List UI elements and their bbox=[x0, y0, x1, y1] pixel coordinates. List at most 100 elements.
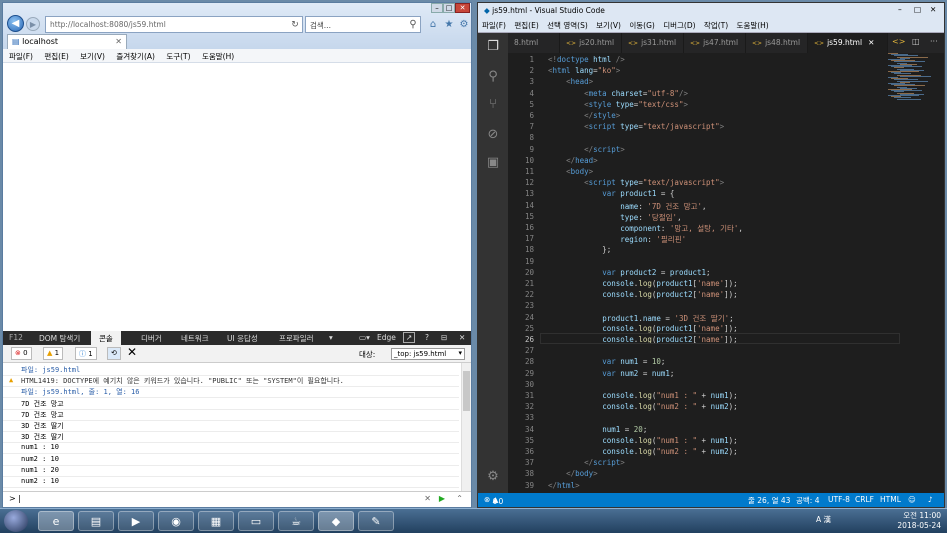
warning-filter[interactable]: ▲ 1 bbox=[43, 347, 64, 360]
tab-js59-active[interactable]: <> js59.html ✕ bbox=[808, 33, 888, 53]
taskbar-ie-icon[interactable]: e bbox=[38, 511, 74, 531]
info-filter[interactable]: ⓘ 1 bbox=[75, 347, 97, 360]
maximize-icon[interactable]: □ bbox=[914, 5, 921, 14]
menu-file[interactable]: 파일(F) bbox=[482, 21, 506, 30]
extensions-icon[interactable]: ▣ bbox=[485, 155, 501, 171]
menu-edit[interactable]: 편집(E) bbox=[44, 52, 68, 61]
tab-js31[interactable]: <> js31.html bbox=[622, 33, 684, 53]
expand-icon[interactable]: ⌃ bbox=[456, 494, 463, 503]
taskbar-app-icon[interactable]: ▦ bbox=[198, 511, 234, 531]
code-line: <meta charset="utf-8"/> bbox=[584, 88, 688, 98]
tab-js20[interactable]: <> js20.html bbox=[560, 33, 622, 53]
more-actions-icon[interactable]: ··· bbox=[930, 37, 938, 46]
search-icon[interactable]: ⚲ bbox=[407, 19, 419, 31]
devtools-close-icon[interactable]: ✕ bbox=[459, 333, 465, 342]
scrollbar-thumb[interactable] bbox=[463, 371, 470, 411]
line-ending[interactable]: CRLF bbox=[855, 495, 874, 504]
console-input[interactable]: > | ✕ ▶ ⌃ bbox=[3, 491, 471, 507]
tab-ui-responsiveness[interactable]: UI 응답성 bbox=[227, 333, 258, 344]
ime-indicator[interactable]: A 漢 bbox=[816, 515, 831, 525]
run-icon[interactable]: ▶ bbox=[439, 494, 445, 503]
refresh-icon[interactable]: ↻ bbox=[289, 19, 301, 31]
debug-icon[interactable]: ⊘ bbox=[485, 127, 501, 143]
pin-icon[interactable]: ⊟ bbox=[441, 333, 447, 342]
menu-tools[interactable]: 도구(T) bbox=[166, 52, 190, 61]
taskbar-acrobat-icon[interactable]: ✎ bbox=[358, 511, 394, 531]
maximize-icon[interactable]: □ bbox=[443, 3, 455, 13]
menu-help[interactable]: 도움말(H) bbox=[737, 21, 769, 30]
menu-debug[interactable]: 디버그(D) bbox=[663, 21, 695, 30]
problems-indicator[interactable]: ⊗ 0 ▲ 0 bbox=[484, 495, 503, 506]
split-editor-icon[interactable]: ◫ bbox=[912, 37, 920, 46]
target-select[interactable]: _top: js59.html ▾ bbox=[391, 348, 465, 360]
code-editor[interactable]: 1 <!doctype html /> 2 <html lang="ko"> 3 <he… bbox=[508, 53, 944, 493]
menu-help[interactable]: 도움말(H) bbox=[202, 52, 234, 61]
tab-dom-explorer[interactable]: DOM 탐색기 bbox=[39, 333, 80, 344]
code-line: <style type="text/css"> bbox=[584, 99, 688, 109]
menu-edit[interactable]: 편집(E) bbox=[514, 21, 538, 30]
tab-close-icon[interactable]: ✕ bbox=[115, 37, 122, 46]
favorites-star-icon[interactable]: ★ bbox=[443, 19, 455, 31]
tab-close-icon[interactable]: ✕ bbox=[868, 38, 874, 47]
console-scrollbar[interactable] bbox=[461, 363, 471, 491]
code-line: console.log(product1['name']); bbox=[602, 323, 738, 333]
back-arrow-icon[interactable]: ◀ bbox=[7, 15, 24, 32]
source-control-icon[interactable]: ⑂ bbox=[485, 97, 501, 113]
settings-gear-icon[interactable]: ⚙ bbox=[458, 19, 470, 31]
minimap[interactable] bbox=[888, 53, 938, 101]
clock-date[interactable]: 2018-05-24 bbox=[897, 521, 941, 531]
explorer-icon[interactable]: ❐ bbox=[485, 39, 501, 55]
clear-on-navigate-button[interactable]: ⟲ bbox=[107, 347, 121, 360]
tab-profiler[interactable]: 프로파일러 bbox=[279, 333, 314, 344]
clear-console-icon[interactable]: ✕ bbox=[127, 345, 137, 359]
tab-8-html[interactable]: 8.html bbox=[508, 33, 560, 53]
multiline-icon[interactable]: ✕ bbox=[424, 494, 431, 503]
home-icon[interactable]: ⌂ bbox=[427, 19, 439, 31]
taskbar-vscode-icon[interactable]: ◆ bbox=[318, 511, 354, 531]
close-icon[interactable]: ✕ bbox=[455, 3, 470, 13]
cursor-position[interactable]: 줄 26, 열 43 bbox=[748, 495, 790, 506]
menu-view[interactable]: 보기(V) bbox=[80, 52, 105, 61]
taskbar-java-icon[interactable]: ☕ bbox=[278, 511, 314, 531]
menu-favorites[interactable]: 즐겨찾기(A) bbox=[116, 52, 155, 61]
forward-arrow-icon[interactable]: ▶ bbox=[26, 17, 40, 31]
undock-icon[interactable]: ↗ bbox=[403, 332, 416, 343]
language-mode[interactable]: HTML bbox=[880, 495, 901, 504]
taskbar-cmd-icon[interactable]: ▭ bbox=[238, 511, 274, 531]
more-tabs-icon[interactable]: ▾ bbox=[329, 333, 333, 342]
feedback-smiley-icon[interactable]: ☺ bbox=[908, 495, 916, 504]
help-icon[interactable]: ? bbox=[425, 333, 429, 342]
close-icon[interactable]: ✕ bbox=[930, 5, 936, 14]
menu-go[interactable]: 이동(G) bbox=[629, 21, 654, 30]
taskbar-explorer-icon[interactable]: ▤ bbox=[78, 511, 114, 531]
start-button[interactable] bbox=[4, 510, 28, 532]
minimize-icon[interactable]: – bbox=[431, 3, 443, 13]
taskbar-chrome-icon[interactable]: ◉ bbox=[158, 511, 194, 531]
tab-js48[interactable]: <> js48.html bbox=[746, 33, 808, 53]
indentation[interactable]: 공백: 4 bbox=[796, 495, 819, 506]
minimize-icon[interactable]: – bbox=[898, 5, 902, 14]
emulation-icon[interactable]: ▭▾ bbox=[359, 333, 370, 342]
console-toolbar: ⊗ 0 ▲ 1 ⓘ 1 ⟲ ✕ 대상: _top: js59.html ▾ bbox=[3, 345, 471, 363]
tab-network[interactable]: 네트워크 bbox=[181, 333, 209, 344]
emulation-mode[interactable]: Edge bbox=[377, 333, 396, 342]
search-input[interactable]: 검색... bbox=[305, 16, 421, 33]
taskbar-media-icon[interactable]: ▶ bbox=[118, 511, 154, 531]
tab-debugger[interactable]: 디버거 bbox=[141, 333, 162, 344]
clock-time[interactable]: 오전 11:00 bbox=[903, 511, 941, 520]
encoding[interactable]: UTF-8 bbox=[828, 495, 850, 504]
search-icon[interactable]: ⚲ bbox=[485, 69, 501, 85]
notifications-bell-icon[interactable]: ♪ bbox=[928, 495, 933, 504]
error-filter[interactable]: ⊗ 0 bbox=[11, 347, 32, 360]
address-bar[interactable]: http://localhost:8080/js59.html bbox=[45, 16, 303, 33]
menu-selection[interactable]: 선택 영역(S) bbox=[547, 21, 588, 30]
code-line: component: '망고, 설탕, 기타', bbox=[620, 224, 743, 233]
settings-gear-icon[interactable]: ⚙ bbox=[485, 469, 501, 485]
tab-console[interactable]: 콘솔 bbox=[91, 331, 121, 345]
tab-js47[interactable]: <> js47.html bbox=[684, 33, 746, 53]
menu-tasks[interactable]: 작업(T) bbox=[704, 21, 728, 30]
menu-file[interactable]: 파일(F) bbox=[9, 52, 33, 61]
menu-view[interactable]: 보기(V) bbox=[596, 21, 621, 30]
browser-tab[interactable]: ▤ localhost ✕ bbox=[7, 34, 127, 49]
devtools-f12-label: F12 bbox=[9, 333, 23, 342]
